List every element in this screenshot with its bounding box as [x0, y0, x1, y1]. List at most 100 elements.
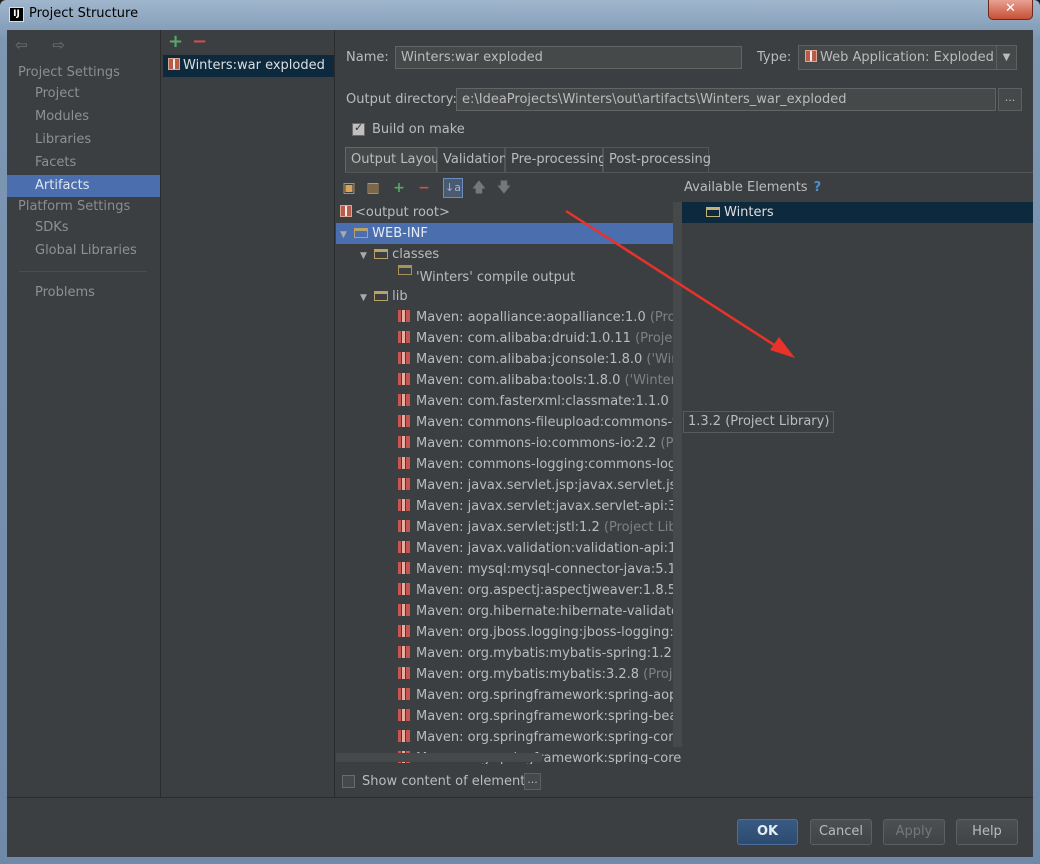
ok-button[interactable]: OK [737, 819, 798, 845]
tree-row-library[interactable]: Maven: javax.servlet:jstl:1.2 (Project L… [336, 517, 682, 538]
nav-item-facets[interactable]: Facets [7, 152, 160, 174]
tree-row-output-root[interactable]: <output root> [336, 202, 682, 223]
show-content-checkbox[interactable] [342, 775, 355, 788]
tree-row-library[interactable]: Maven: aopalliance:aopalliance:1.0 (Proj… [336, 307, 682, 328]
tree-horizontal-scrollbar[interactable] [336, 753, 542, 762]
tree-row-library[interactable]: Maven: commons-fileupload:commons-fileup… [336, 412, 682, 433]
library-name: Maven: com.alibaba:druid:1.0.11 [416, 331, 631, 346]
tab-post-processing[interactable]: Post-processing [603, 147, 711, 172]
library-name: Maven: commons-io:commons-io:2.2 [416, 436, 657, 451]
web-artifact-icon [168, 58, 180, 70]
tree-row-library[interactable]: Maven: mysql:mysql-connector-java:5.1.34… [336, 559, 682, 580]
minus-icon[interactable]: − [416, 180, 432, 196]
tree-row-web-inf[interactable]: ▼ WEB-INF [336, 223, 682, 244]
tree-row-library[interactable]: Maven: javax.validation:validation-api:1… [336, 538, 682, 559]
output-layout-tree: <output root> ▼ WEB-INF ▼ classes 'Winte… [336, 202, 682, 764]
tab-validation[interactable]: Validation [437, 147, 507, 172]
help-button[interactable]: Help [956, 819, 1018, 845]
tree-row-library[interactable]: Maven: javax.servlet:javax.servlet-api:3… [336, 496, 682, 517]
tree-row-library[interactable]: Maven: com.alibaba:tools:1.8.0 ('Winters… [336, 370, 682, 391]
library-icon [398, 688, 410, 700]
nav-item-problems[interactable]: Problems [7, 282, 160, 304]
arrow-up-icon[interactable]: 🡅 [471, 180, 487, 196]
nav-item-artifacts[interactable]: Artifacts [7, 175, 160, 197]
type-select[interactable]: Web Application: Exploded ▼ [798, 45, 1017, 70]
tree-vertical-scrollbar[interactable] [673, 202, 682, 747]
classes-label: classes [392, 247, 440, 262]
library-tooltip: 1.3.2 (Project Library) [683, 411, 835, 433]
folder-icon [374, 249, 389, 259]
close-window-button[interactable]: ✕ [988, 0, 1033, 20]
layout-toolbar: ▣ ▥ + − ↓a 🡅 🡇 [336, 176, 681, 201]
library-name: Maven: commons-fileupload:commons-fileup… [416, 415, 682, 430]
nav-item-libraries[interactable]: Libraries [7, 129, 160, 151]
archive-icon[interactable]: ▥ [365, 180, 381, 196]
back-forward-icons[interactable]: ⇦ ⇨ [15, 36, 75, 54]
tree-row-library[interactable]: Maven: org.mybatis:mybatis:3.2.8 (Projec… [336, 664, 682, 685]
tree-row-library[interactable]: Maven: commons-logging:commons-logging: [336, 454, 682, 475]
dialog-content: ⇦ ⇨ Project Settings Project Modules Lib… [7, 30, 1033, 857]
expand-triangle-icon[interactable]: ▼ [360, 288, 370, 309]
nav-item-project[interactable]: Project [7, 83, 160, 105]
tree-row-lib[interactable]: ▼ lib [336, 286, 682, 307]
web-artifact-icon [805, 50, 817, 62]
library-icon [398, 667, 410, 679]
tab-output-layout[interactable]: Output Layout [345, 147, 444, 172]
tree-row-library[interactable]: Maven: org.hibernate:hibernate-validator… [336, 601, 682, 622]
nav-item-global-libraries[interactable]: Global Libraries [7, 240, 160, 262]
tree-row-library[interactable]: Maven: org.springframework:spring-aop:4.… [336, 685, 682, 706]
library-name: Maven: com.alibaba:tools:1.8.0 [416, 373, 621, 388]
expand-triangle-icon[interactable]: ▼ [360, 246, 370, 267]
sort-icon[interactable]: ↓a [443, 178, 463, 198]
tree-row-library[interactable]: Maven: com.alibaba:druid:1.0.11 (Project… [336, 328, 682, 349]
library-icon [398, 730, 410, 742]
tree-row-library[interactable]: Maven: com.alibaba:jconsole:1.8.0 ('Wint… [336, 349, 682, 370]
project-settings-header: Project Settings [18, 65, 120, 80]
help-icon[interactable]: ? [814, 180, 822, 195]
tree-row-library[interactable]: Maven: javax.servlet.jsp:javax.servlet.j… [336, 475, 682, 496]
nav-item-modules[interactable]: Modules [7, 106, 160, 128]
tree-row-library[interactable]: Maven: commons-io:commons-io:2.2 (Projec… [336, 433, 682, 454]
tree-row-library[interactable]: Maven: com.fasterxml:classmate:1.1.0 (Pr… [336, 391, 682, 412]
chevron-down-icon[interactable]: ▼ [996, 46, 1016, 69]
show-content-label: Show content of elements [362, 774, 533, 789]
module-folder-icon [706, 207, 720, 217]
tree-row-compile-output[interactable]: 'Winters' compile output [336, 265, 682, 286]
tree-row-library[interactable]: Maven: org.aspectj:aspectjweaver:1.8.5 (… [336, 580, 682, 601]
browse-button[interactable]: ... [998, 88, 1022, 111]
intellij-app-icon: IJ [9, 7, 24, 22]
tree-row-library[interactable]: Maven: org.jboss.logging:jboss-logging:3… [336, 622, 682, 643]
library-scope: (Project Library) [603, 520, 682, 535]
artifact-item[interactable]: Winters:war exploded [163, 55, 334, 77]
new-directory-icon[interactable]: ▣ [341, 180, 357, 196]
library-icon [398, 625, 410, 637]
tree-row-classes[interactable]: ▼ classes [336, 244, 682, 265]
build-on-make-checkbox[interactable] [352, 121, 365, 136]
nav-item-sdks[interactable]: SDKs [7, 217, 160, 239]
library-icon [398, 583, 410, 595]
tab-pre-processing[interactable]: Pre-processing [505, 147, 606, 172]
library-name: Maven: javax.servlet.jsp:javax.servlet.j… [416, 478, 682, 493]
arrow-down-icon[interactable]: 🡇 [496, 180, 512, 196]
cancel-button[interactable]: Cancel [810, 819, 872, 845]
library-name: Maven: org.springframework:spring-contex… [416, 730, 682, 745]
plus-icon[interactable]: + [391, 180, 407, 196]
add-artifact-icon[interactable]: + [168, 31, 183, 52]
show-content-options-button[interactable]: ... [524, 773, 541, 790]
compile-output-label: 'Winters' compile output [416, 270, 576, 285]
apply-button[interactable]: Apply [883, 819, 945, 845]
module-output-icon [398, 265, 412, 275]
remove-artifact-icon[interactable]: − [192, 31, 207, 52]
library-icon [398, 436, 410, 448]
output-directory-field[interactable]: e:\IdeaProjects\Winters\out\artifacts\Wi… [456, 88, 996, 111]
library-icon [398, 310, 410, 322]
library-name: Maven: javax.servlet:jstl:1.2 [416, 520, 600, 535]
tree-row-library[interactable]: Maven: org.mybatis:mybatis-spring:1.2.2 … [336, 643, 682, 664]
tree-row-library[interactable]: Maven: org.springframework:spring-contex… [336, 727, 682, 748]
tree-row-library[interactable]: Maven: org.springframework:spring-beans:… [336, 706, 682, 727]
name-field[interactable]: Winters:war exploded [395, 46, 742, 69]
available-item-winters[interactable]: Winters [682, 202, 1033, 223]
expand-triangle-icon[interactable]: ▼ [340, 225, 350, 246]
output-directory-label: Output directory: [346, 92, 457, 107]
library-name: Maven: aopalliance:aopalliance:1.0 [416, 310, 646, 325]
